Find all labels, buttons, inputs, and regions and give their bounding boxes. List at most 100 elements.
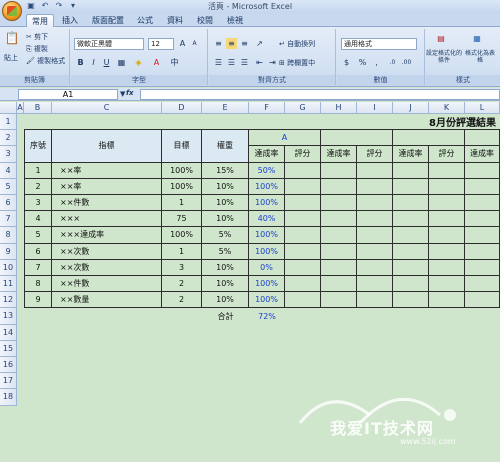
- total-label[interactable]: 合計: [202, 308, 249, 324]
- font-color-icon[interactable]: A: [151, 57, 162, 68]
- row-header-10[interactable]: 10: [0, 259, 17, 276]
- cell-rate[interactable]: 100%: [249, 178, 285, 195]
- font-name-select[interactable]: 微軟正黑體: [74, 38, 144, 50]
- cell-weight[interactable]: 10%: [202, 178, 249, 195]
- column-header-j[interactable]: J: [393, 102, 429, 114]
- row-header-13[interactable]: 13: [0, 308, 17, 325]
- cell-seq[interactable]: 3: [24, 195, 52, 212]
- row-header-7[interactable]: 7: [0, 211, 17, 228]
- fill-color-icon[interactable]: ◈: [133, 57, 144, 68]
- cell-empty[interactable]: [465, 162, 500, 179]
- cell-target[interactable]: 3: [162, 259, 202, 276]
- cell-seq[interactable]: 7: [24, 259, 52, 276]
- tab-insert[interactable]: 插入: [58, 14, 82, 27]
- cell-empty[interactable]: [285, 243, 321, 260]
- cell-seq[interactable]: 9: [24, 292, 52, 309]
- cell-empty[interactable]: [393, 162, 429, 179]
- row-header-2[interactable]: 2: [0, 130, 17, 147]
- increase-decimal-icon[interactable]: .0: [387, 57, 398, 68]
- row-header-6[interactable]: 6: [0, 195, 17, 212]
- cell-weight[interactable]: 5%: [202, 243, 249, 260]
- insert-function-icon[interactable]: fx: [126, 89, 134, 97]
- conditional-format-button[interactable]: 設定格式化的條件: [426, 50, 462, 64]
- cell-weight[interactable]: 10%: [202, 211, 249, 228]
- cell-empty[interactable]: [321, 195, 357, 212]
- row-header-15[interactable]: 15: [0, 340, 17, 357]
- cell-empty[interactable]: [285, 276, 321, 293]
- cell-empty[interactable]: [429, 243, 465, 260]
- italic-button[interactable]: I: [88, 57, 99, 68]
- cell-empty[interactable]: [321, 259, 357, 276]
- cell-target[interactable]: 1: [162, 243, 202, 260]
- cell-indicator[interactable]: ××件數: [52, 276, 162, 293]
- tab-formulas[interactable]: 公式: [134, 14, 156, 27]
- select-all-corner[interactable]: [0, 102, 17, 114]
- cell-empty[interactable]: [465, 195, 500, 212]
- decrease-decimal-icon[interactable]: .00: [401, 57, 412, 68]
- cell-empty[interactable]: [393, 292, 429, 309]
- font-size-select[interactable]: 12: [148, 38, 174, 50]
- cell-weight[interactable]: 15%: [202, 162, 249, 179]
- cell-empty[interactable]: [429, 178, 465, 195]
- cell-empty[interactable]: [393, 243, 429, 260]
- cell-rate[interactable]: 100%: [249, 243, 285, 260]
- cell-empty[interactable]: [357, 227, 393, 244]
- cell-indicator[interactable]: ××數量: [52, 292, 162, 309]
- row-header-14[interactable]: 14: [0, 324, 17, 341]
- cell-target[interactable]: 75: [162, 211, 202, 228]
- header-group-c[interactable]: [393, 130, 465, 147]
- cell-empty[interactable]: [429, 227, 465, 244]
- cell-empty[interactable]: [429, 162, 465, 179]
- cell-indicator[interactable]: ×××: [52, 211, 162, 228]
- column-header-e[interactable]: E: [202, 102, 249, 114]
- name-box-dropdown-icon[interactable]: ▼: [120, 90, 125, 98]
- grow-font-icon[interactable]: A: [177, 38, 188, 49]
- cell-empty[interactable]: [429, 195, 465, 212]
- cell-indicator[interactable]: ××次數: [52, 259, 162, 276]
- cell-weight[interactable]: 10%: [202, 259, 249, 276]
- cell-seq[interactable]: 1: [24, 162, 52, 179]
- cell-indicator[interactable]: ××次數: [52, 243, 162, 260]
- cell-empty[interactable]: [429, 276, 465, 293]
- cell-empty[interactable]: [465, 276, 500, 293]
- cell-seq[interactable]: 5: [24, 227, 52, 244]
- cell-weight[interactable]: 5%: [202, 227, 249, 244]
- copy-button[interactable]: ⎘ 複製: [26, 44, 48, 54]
- row-header-16[interactable]: 16: [0, 357, 17, 374]
- cell-rate[interactable]: 100%: [249, 195, 285, 212]
- merge-center-button[interactable]: ⊞ 跨欄置中: [279, 58, 315, 68]
- header-indicator[interactable]: 指標: [52, 130, 162, 163]
- total-value[interactable]: 72%: [249, 308, 285, 324]
- decrease-indent-icon[interactable]: ⇤: [254, 57, 265, 68]
- cell-indicator[interactable]: ×××達成率: [52, 227, 162, 244]
- row-header-1[interactable]: 1: [0, 114, 17, 131]
- align-center-icon[interactable]: ☰: [226, 57, 237, 68]
- cell-indicator[interactable]: ××率: [52, 178, 162, 195]
- cell-empty[interactable]: [285, 162, 321, 179]
- cell-weight[interactable]: 10%: [202, 276, 249, 293]
- align-right-icon[interactable]: ☰: [239, 57, 250, 68]
- cell-empty[interactable]: [357, 243, 393, 260]
- borders-icon[interactable]: ▦: [116, 57, 127, 68]
- office-button[interactable]: [2, 1, 22, 21]
- header-score[interactable]: 評分: [285, 146, 321, 163]
- align-middle-icon[interactable]: ≡: [226, 38, 237, 49]
- row-header-18[interactable]: 18: [0, 389, 17, 406]
- cell-seq[interactable]: 4: [24, 211, 52, 228]
- cell-empty[interactable]: [393, 211, 429, 228]
- row-header-8[interactable]: 8: [0, 227, 17, 244]
- row-header-5[interactable]: 5: [0, 178, 17, 195]
- cell-weight[interactable]: 10%: [202, 292, 249, 309]
- header-target[interactable]: 目標: [162, 130, 202, 163]
- comma-button[interactable]: ,: [371, 57, 382, 68]
- phonetic-icon[interactable]: 中: [169, 57, 180, 68]
- cell-rate[interactable]: 100%: [249, 276, 285, 293]
- column-header-a[interactable]: A: [17, 102, 24, 114]
- cell-empty[interactable]: [357, 276, 393, 293]
- cell-indicator[interactable]: ××件數: [52, 195, 162, 212]
- cell-empty[interactable]: [429, 292, 465, 309]
- header-rate[interactable]: 達成率: [393, 146, 429, 163]
- cell-empty[interactable]: [465, 227, 500, 244]
- header-group-a[interactable]: A: [249, 130, 321, 147]
- cell-empty[interactable]: [321, 276, 357, 293]
